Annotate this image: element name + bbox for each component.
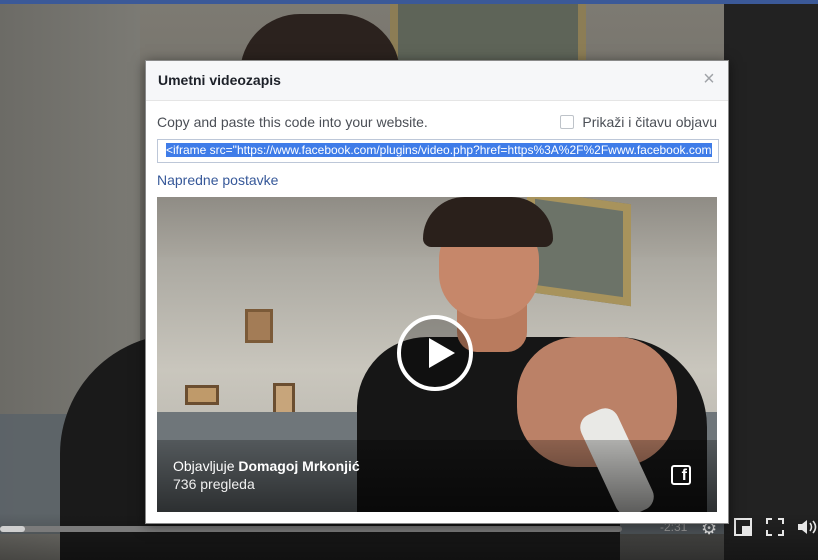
show-full-post-checkbox[interactable] <box>560 115 575 129</box>
embed-video-dialog: Umetni videozapis × Copy and paste this … <box>145 60 729 524</box>
posted-by-prefix: Objavljuje <box>173 458 235 474</box>
dialog-title: Umetni videozapis <box>158 72 281 88</box>
background-side-panel <box>724 4 818 560</box>
play-icon[interactable] <box>397 315 473 391</box>
embed-code-selected-text: <iframe src="https://www.facebook.com/pl… <box>166 143 712 157</box>
embed-instructions: Copy and paste this code into your websi… <box>157 114 428 130</box>
volume-icon[interactable] <box>797 518 818 540</box>
fullscreen-icon[interactable] <box>766 518 784 540</box>
progress-bar[interactable] <box>0 526 622 532</box>
close-icon[interactable]: × <box>700 69 718 89</box>
author-name[interactable]: Domagoj Mrkonjić <box>238 458 359 474</box>
dialog-header: Umetni videozapis × <box>146 61 728 101</box>
show-full-post-option[interactable]: Prikaži i čitavu objavu <box>560 114 717 130</box>
progress-bar-played <box>0 526 25 532</box>
advanced-settings-link[interactable]: Napredne postavke <box>157 172 278 188</box>
view-count: 736 pregleda <box>173 476 255 492</box>
embed-code-input[interactable]: <iframe src="https://www.facebook.com/pl… <box>157 139 719 163</box>
show-full-post-label: Prikaži i čitavu objavu <box>582 114 717 130</box>
posted-by: Objavljuje Domagoj Mrkonjić <box>173 458 360 474</box>
video-preview[interactable]: Objavljuje Domagoj Mrkonjić 736 pregleda… <box>157 197 717 512</box>
popout-icon[interactable] <box>734 518 752 540</box>
facebook-icon[interactable]: f <box>671 465 691 485</box>
